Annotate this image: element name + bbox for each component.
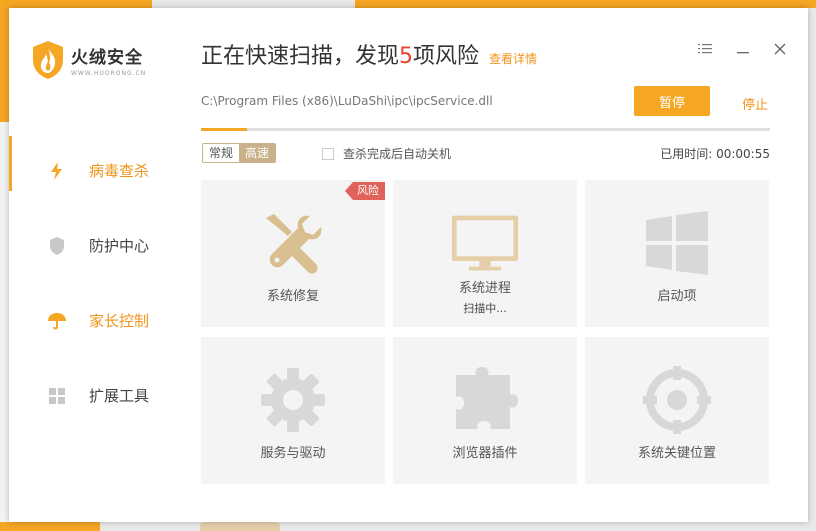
shield-icon (50, 236, 64, 255)
tile-startup-items[interactable]: 启动项 (585, 180, 769, 327)
tile-label: 服务与驱动 (260, 446, 326, 461)
scan-mode-toggle: 常规 高速 (202, 143, 277, 163)
sidebar-item-label: 防护中心 (89, 237, 150, 255)
sidebar-item-label: 扩展工具 (89, 387, 150, 405)
tile-status: 扫描中... (463, 302, 507, 315)
tile-label: 浏览器插件 (452, 446, 518, 461)
sidebar-item-protection[interactable]: 防护中心 (9, 208, 180, 283)
risk-badge: 风险 (345, 182, 385, 200)
background-bottom-strip (0, 522, 100, 531)
pause-button[interactable]: 暂停 (634, 86, 710, 116)
elapsed-label: 已用时间: (660, 147, 713, 161)
page-title: 正在快速扫描，发现5项风险 (201, 38, 479, 70)
logo-title: 火绒安全 (71, 48, 143, 68)
target-icon (643, 366, 711, 434)
tile-label: 系统修复 (266, 289, 319, 304)
title-suffix: 项风险 (413, 44, 480, 69)
mode-normal[interactable]: 常规 (203, 144, 240, 162)
auto-shutdown-option: 查杀完成后自动关机 (322, 145, 451, 162)
logo-subtitle: WWW.HUORONG.CN (71, 70, 147, 77)
flame-logo-icon (33, 41, 63, 79)
main-panel: 正在快速扫描，发现5项风险 查看详情 C:\Program Files (x86… (180, 8, 808, 522)
sidebar-nav: 病毒查杀 防护中心 家长控制 扩展工具 (9, 133, 180, 433)
tile-label: 系统关键位置 (637, 446, 716, 461)
tile-label: 启动项 (657, 289, 697, 304)
stop-button[interactable]: 停止 (742, 94, 768, 113)
tile-services-drivers[interactable]: 服务与驱动 (201, 337, 385, 484)
tile-key-locations[interactable]: 系统关键位置 (585, 337, 769, 484)
elapsed-time: 已用时间: 00:00:55 (660, 145, 770, 162)
auto-shutdown-checkbox[interactable] (322, 147, 334, 160)
close-button[interactable] (771, 40, 789, 58)
sidebar-item-label: 家长控制 (89, 312, 150, 330)
view-details-link[interactable]: 查看详情 (489, 50, 537, 67)
menu-icon (698, 44, 712, 54)
tile-system-repair[interactable]: 风险 系统修复 (201, 180, 385, 327)
scan-progress-bar (201, 128, 770, 131)
background-bottom-art (200, 522, 280, 531)
minimize-icon (737, 52, 749, 54)
risk-count: 5 (399, 44, 414, 69)
current-scan-path: C:\Program Files (x86)\LuDaShi\ipc\ipcSe… (201, 94, 493, 108)
sidebar-item-extensions[interactable]: 扩展工具 (9, 358, 180, 433)
logo: 火绒安全 WWW.HUORONG.CN (31, 36, 161, 84)
scan-items-grid: 风险 系统修复 系统进程 扫描中... 启动项 服务与驱动 浏览器插件 系统关键… (201, 180, 770, 484)
gear-icon (261, 368, 325, 432)
tools-icon (266, 214, 322, 274)
menu-button[interactable] (696, 40, 714, 58)
title-prefix: 正在快速扫描，发现 (201, 44, 400, 69)
scan-progress-fill (201, 128, 247, 131)
close-icon (774, 43, 786, 55)
elapsed-value: 00:00:55 (716, 147, 770, 161)
mode-fast[interactable]: 高速 (239, 144, 276, 162)
puzzle-icon (456, 367, 518, 429)
monitor-icon (451, 215, 519, 271)
auto-shutdown-label: 查杀完成后自动关机 (343, 147, 452, 161)
sidebar-item-virus-scan[interactable]: 病毒查杀 (9, 133, 180, 208)
sidebar-item-label: 病毒查杀 (89, 162, 150, 180)
scan-title-row: 正在快速扫描，发现5项风险 查看详情 (201, 38, 537, 70)
grid-icon (49, 387, 65, 404)
tile-system-process[interactable]: 系统进程 扫描中... (393, 180, 577, 327)
windows-icon (646, 211, 708, 275)
app-window: 火绒安全 WWW.HUORONG.CN 病毒查杀 防护中心 家长控制 扩展工具 … (9, 8, 808, 522)
umbrella-icon (48, 312, 66, 329)
minimize-button[interactable] (734, 40, 752, 58)
sidebar-item-parental-control[interactable]: 家长控制 (9, 283, 180, 358)
tile-browser-plugins[interactable]: 浏览器插件 (393, 337, 577, 484)
tile-label: 系统进程 (458, 281, 511, 296)
background-orange-strip (355, 0, 816, 8)
sidebar: 火绒安全 WWW.HUORONG.CN 病毒查杀 防护中心 家长控制 扩展工具 (9, 8, 180, 522)
lightning-icon (51, 161, 62, 180)
